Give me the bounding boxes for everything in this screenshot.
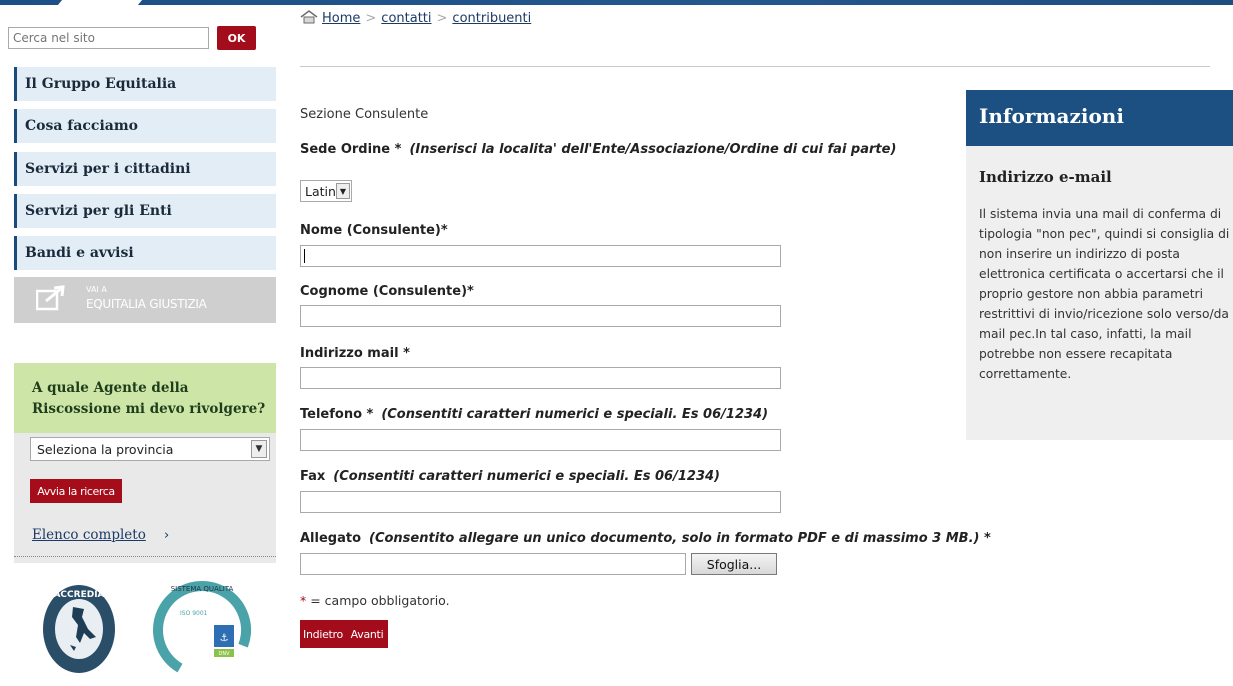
sede-label: Sede Ordine * — [300, 142, 402, 157]
breadcrumb: Home > contatti > contribuenti — [300, 10, 531, 26]
telefono-label-row: Telefono * (Consentiti caratteri numerici… — [300, 407, 768, 422]
agent-panel-header: A quale Agente della Riscossione mi devo… — [14, 363, 276, 433]
sede-select[interactable]: Latina ▼ — [300, 180, 352, 202]
header-divider — [300, 66, 1210, 67]
text-cursor — [304, 249, 305, 263]
allegato-label-row: Allegato (Consentito allegare un unico do… — [300, 531, 991, 546]
telefono-label: Telefono * — [300, 407, 374, 422]
nav-item-servizi-cittadini[interactable]: Servizi per i cittadini — [14, 152, 276, 186]
chevron-down-icon[interactable]: ▼ — [251, 440, 267, 458]
agent-finder-panel: A quale Agente della Riscossione mi devo… — [14, 363, 276, 563]
cognome-label: Cognome (Consulente)* — [300, 284, 474, 299]
svg-text:DNV: DNV — [218, 651, 230, 657]
email-input[interactable] — [300, 367, 781, 389]
province-select-value: Seleziona la provincia — [37, 442, 174, 457]
giustizia-label: EQUITALIA GIUSTIZIA — [86, 297, 207, 311]
required-note: * = campo obbligatorio. — [300, 593, 450, 608]
cognome-input[interactable] — [300, 305, 781, 327]
accredia-logo: ACCREDIA — [43, 585, 115, 673]
breadcrumb-home-link[interactable]: Home — [322, 11, 360, 26]
external-link-icon — [36, 285, 65, 311]
nome-input[interactable] — [300, 245, 781, 267]
fax-label: Fax — [300, 469, 326, 484]
allegato-file-input[interactable] — [300, 553, 686, 575]
breadcrumb-contribuenti-link[interactable]: contribuenti — [452, 11, 531, 26]
chevron-right-icon: › — [164, 528, 170, 543]
required-star: * — [300, 593, 307, 608]
agent-panel-title: A quale Agente della Riscossione mi devo… — [32, 380, 266, 417]
nav-item-servizi-enti[interactable]: Servizi per gli Enti — [14, 194, 276, 228]
sede-hint: (Inserisci la localita' dell'Ente/Associ… — [409, 142, 897, 157]
svg-text:SISTEMA QUALITA: SISTEMA QUALITA — [171, 585, 234, 593]
site-search-input[interactable] — [8, 27, 209, 49]
start-search-button[interactable]: Avvia la ricerca — [30, 479, 122, 503]
allegato-label: Allegato — [300, 531, 362, 546]
sidebar-divider — [14, 556, 276, 557]
svg-text:⚓: ⚓ — [220, 633, 229, 644]
section-title: Sezione Consulente — [300, 107, 429, 122]
nome-label: Nome (Consulente)* — [300, 223, 448, 238]
browse-button[interactable]: Sfoglia... — [691, 553, 777, 575]
svg-text:ACCREDIA: ACCREDIA — [53, 590, 104, 600]
province-select[interactable]: Seleziona la provincia ▼ — [30, 437, 270, 461]
chevron-down-icon[interactable]: ▼ — [336, 183, 350, 199]
info-text: Il sistema invia una mail di conferma di… — [979, 207, 1230, 381]
certification-logo: SISTEMA QUALITA ISO 9001 ⚓ DNV — [153, 581, 251, 679]
info-panel: Informazioni Indirizzo e-mail Il sistema… — [966, 90, 1233, 440]
mail-label: Indirizzo mail * — [300, 346, 410, 361]
breadcrumb-separator: > — [365, 11, 377, 26]
nav-item-bandi-avvisi[interactable]: Bandi e avvisi — [14, 236, 276, 270]
sede-label-row: Sede Ordine * (Inserisci la localita' del… — [300, 142, 896, 157]
fax-input[interactable] — [300, 491, 781, 513]
full-list-link[interactable]: Elenco completo — [32, 527, 146, 543]
info-title: Informazioni — [979, 104, 1124, 128]
breadcrumb-contatti-link[interactable]: contatti — [381, 11, 431, 26]
search-ok-button[interactable]: OK — [217, 26, 256, 50]
info-subtitle: Indirizzo e-mail — [979, 168, 1112, 186]
svg-text:ISO 9001: ISO 9001 — [180, 610, 208, 617]
home-icon — [300, 10, 318, 24]
giustizia-small-label: VAI A — [86, 285, 107, 294]
breadcrumb-separator: > — [436, 11, 448, 26]
sidebar: OK Il Gruppo Equitalia Cosa facciamo Ser… — [0, 5, 280, 686]
telefono-input[interactable] — [300, 429, 781, 451]
equitalia-giustizia-banner[interactable]: VAI A EQUITALIA GIUSTIZIA — [14, 277, 276, 323]
required-note-text: = campo obbligatorio. — [310, 593, 450, 608]
telefono-hint: (Consentiti caratteri numerici e special… — [381, 407, 769, 422]
fax-label-row: Fax (Consentiti caratteri numerici e spec… — [300, 469, 720, 484]
nav-item-cosa-facciamo[interactable]: Cosa facciamo — [14, 109, 276, 143]
next-button[interactable]: Avanti — [346, 620, 388, 648]
fax-hint: (Consentiti caratteri numerici e special… — [333, 469, 720, 484]
info-panel-header: Informazioni — [966, 90, 1233, 146]
back-button[interactable]: Indietro — [300, 620, 346, 648]
allegato-hint: (Consentito allegare un unico documento,… — [369, 531, 991, 546]
nav-item-gruppo-equitalia[interactable]: Il Gruppo Equitalia — [14, 67, 276, 101]
